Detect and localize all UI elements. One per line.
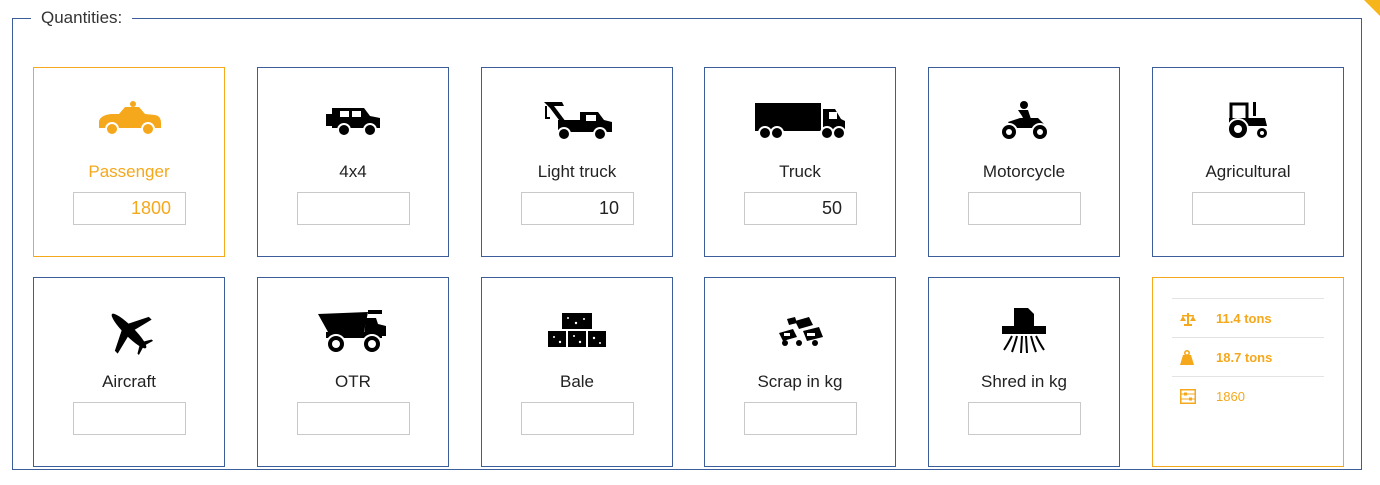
card-shred[interactable]: Shred in kg (928, 277, 1120, 467)
agricultural-quantity-input[interactable] (1192, 192, 1305, 225)
light-truck-quantity-input[interactable] (521, 192, 634, 225)
quantities-legend: Quantities: (41, 8, 123, 27)
passenger-car-icon (34, 86, 224, 156)
card-label: Scrap in kg (757, 372, 843, 391)
otr-quantity-input[interactable] (297, 402, 410, 435)
card-motorcycle[interactable]: Motorcycle (928, 67, 1120, 257)
truck-quantity-input[interactable] (744, 192, 857, 225)
card-label: 4x4 (339, 162, 367, 181)
abacus-icon (1180, 389, 1202, 404)
card-label: Light truck (537, 162, 617, 181)
shred-quantity-input[interactable] (968, 402, 1081, 435)
card-label: Truck (779, 162, 821, 181)
aircraft-quantity-input[interactable] (73, 402, 186, 435)
card-otr[interactable]: OTR (257, 277, 449, 467)
semi-truck-icon (705, 86, 895, 156)
motorcycle-quantity-input[interactable] (968, 192, 1081, 225)
summary-mass-value: 18.7 tons (1216, 350, 1273, 365)
card-label: Bale (559, 372, 595, 391)
bale-quantity-input[interactable] (521, 402, 634, 435)
scale-icon (1180, 312, 1202, 326)
card-truck[interactable]: Truck (704, 67, 896, 257)
corner-ribbon (1364, 0, 1380, 16)
card-agricultural[interactable]: Agricultural (1152, 67, 1344, 257)
tractor-icon (1153, 86, 1343, 156)
card-aircraft[interactable]: Aircraft (33, 277, 225, 467)
scrap-quantity-input[interactable] (744, 402, 857, 435)
card-4x4[interactable]: 4x4 (257, 67, 449, 257)
card-passenger[interactable]: Passenger (33, 67, 225, 257)
shredder-icon (929, 296, 1119, 366)
motorcycle-icon (929, 86, 1119, 156)
scrap-pile-icon (705, 296, 895, 366)
summary-row-count: 1860 (1172, 376, 1324, 416)
card-label: OTR (335, 372, 371, 391)
weight-icon (1180, 350, 1202, 365)
passenger-quantity-input[interactable] (73, 192, 186, 225)
card-label: Aircraft (102, 372, 156, 391)
card-bale[interactable]: Bale (481, 277, 673, 467)
dump-truck-icon (258, 296, 448, 366)
card-label: Shred in kg (981, 372, 1067, 391)
card-light-truck[interactable]: Light truck (481, 67, 673, 257)
summary-row-weight: 11.4 tons (1172, 298, 1324, 338)
summary-count-value: 1860 (1216, 389, 1245, 404)
card-scrap[interactable]: Scrap in kg (704, 277, 896, 467)
summary-weight-value: 11.4 tons (1216, 311, 1272, 326)
quantities-panel: Quantities: Passenger 1800 4x4 Light tru… (12, 6, 1362, 470)
4x4-quantity-input[interactable] (297, 192, 410, 225)
jeep-icon (258, 86, 448, 156)
card-label: Passenger (88, 162, 170, 181)
summary-row-mass: 18.7 tons (1172, 337, 1324, 377)
airplane-icon (34, 296, 224, 366)
card-label: Agricultural (1205, 162, 1291, 181)
summary-panel: 11.4 tons 18.7 tons 1860 (1152, 277, 1344, 467)
tow-truck-icon (482, 86, 672, 156)
card-label: Motorcycle (982, 162, 1066, 181)
bale-icon (482, 296, 672, 366)
